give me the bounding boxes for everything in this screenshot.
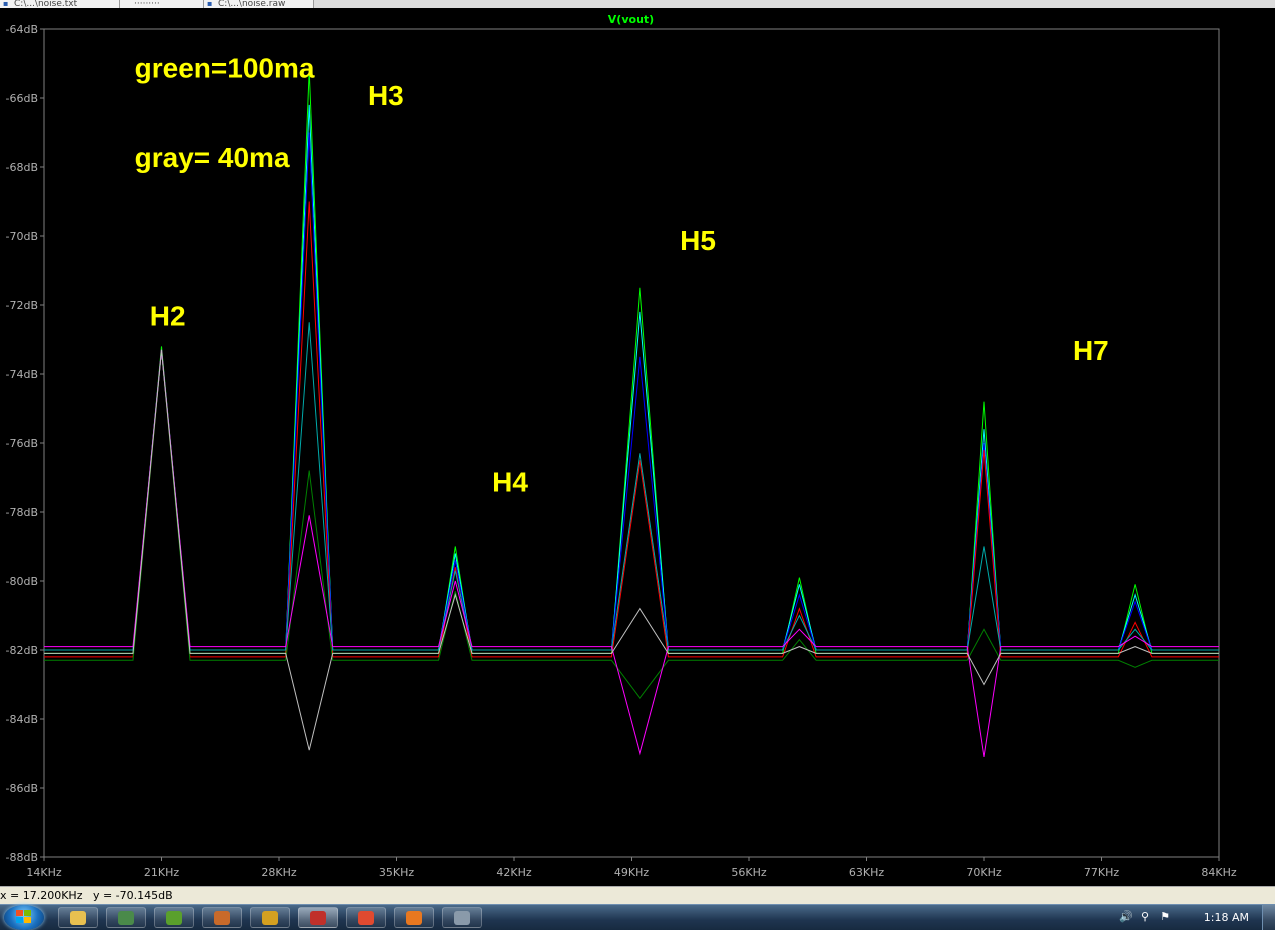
x-tick-label: 70KHz [966,866,1001,879]
status-bar: x = 17.200KHz y = -70.145dB [0,886,1275,905]
network-icon[interactable]: ⚲ [1139,911,1151,923]
annotation-label: H4 [492,466,528,497]
y-tick-label: -82dB [6,644,39,657]
y-tick-label: -68dB [6,161,39,174]
chrome-icon [358,911,374,925]
x-tick-label: 84KHz [1201,866,1236,879]
show-desktop-button[interactable] [1262,905,1275,930]
taskbar-button-tools[interactable] [250,907,290,928]
y-tick-label: -80dB [6,575,39,588]
x-tick-label: 21KHz [144,866,179,879]
utorrent-icon [166,911,182,925]
annotation-label: H7 [1073,335,1109,366]
cursor-readout: x = 17.200KHz y = -70.145dB [0,889,173,902]
tools-icon [262,911,278,925]
taskbar-button-chrome[interactable] [346,907,386,928]
y-tick-label: -88dB [6,851,39,864]
device-icon [454,911,470,925]
windows-logo-icon [16,910,31,923]
annotation-label: H3 [368,80,404,111]
taskbar-button-monitor[interactable] [106,907,146,928]
document-icon: ▪ [3,0,9,8]
x-tick-label: 49KHz [614,866,649,879]
taskbar-button-utorrent[interactable] [154,907,194,928]
y-tick-label: -70dB [6,230,39,243]
x-tick-label: 35KHz [379,866,414,879]
document-icon: ▪ [207,0,213,8]
y-tick-label: -64dB [6,23,39,36]
annotation-label: H2 [150,301,186,332]
x-tick-label: 77KHz [1084,866,1119,879]
taskbar-button-app-orange[interactable] [394,907,434,928]
plot-title: V(vout) [608,13,654,26]
waveform-plot[interactable]: -64dB -66dB -68dB -70dB -72dB -74dB -76dB -78dB… [0,8,1275,886]
taskbar: 🔊 ⚲ ⚑ 1:18 AM [0,904,1275,930]
taskbar-button-explorer[interactable] [58,907,98,928]
taskbar-button-character[interactable] [202,907,242,928]
y-tick-label: -84dB [6,713,39,726]
app-orange-icon [406,911,422,925]
annotation-label: gray= 40ma [135,142,290,173]
y-tick-label: -66dB [6,92,39,105]
character-icon [214,911,230,925]
y-tick-label: -86dB [6,782,39,795]
document-tab-strip: ▪ C:\...\noise.txt ········· ▪ C:\...\no… [0,0,1275,8]
y-tick-label: -72dB [6,299,39,312]
flag-icon[interactable]: ⚑ [1159,911,1171,923]
tab-label: C:\...\noise.txt [14,0,78,8]
taskbar-button-ltspice[interactable] [298,907,338,928]
y-tick-label: -76dB [6,437,39,450]
tab-blank[interactable]: ········· [120,0,204,8]
clock[interactable]: 1:18 AM [1204,905,1249,930]
monitor-icon [118,911,134,925]
system-tray: 🔊 ⚲ ⚑ 1:18 AM [1115,905,1275,930]
tab-noise-txt[interactable]: ▪ C:\...\noise.txt [0,0,120,8]
annotation-label: H5 [680,225,716,256]
x-tick-label: 63KHz [849,866,884,879]
x-tick-label: 56KHz [731,866,766,879]
tab-noise-raw[interactable]: ▪ C:\...\noise.raw [204,0,314,8]
y-tick-label: -74dB [6,368,39,381]
annotation-label: green=100ma [135,52,315,83]
tab-label: C:\...\noise.raw [218,0,286,8]
speaker-icon[interactable]: 🔊 [1119,911,1133,923]
start-button[interactable] [4,905,44,930]
ltspice-icon [310,911,326,925]
x-tick-label: 42KHz [496,866,531,879]
explorer-icon [70,911,86,925]
y-tick-label: -78dB [6,506,39,519]
taskbar-button-device[interactable] [442,907,482,928]
x-tick-label: 14KHz [26,866,61,879]
x-tick-label: 28KHz [261,866,296,879]
tab-label: ········· [134,0,160,8]
